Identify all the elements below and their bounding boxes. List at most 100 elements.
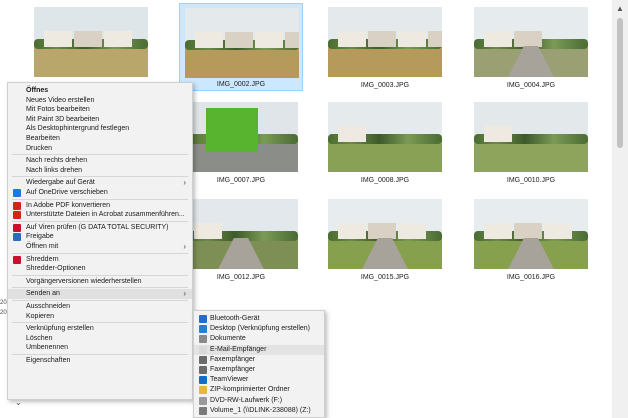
scroll-up-arrow-icon[interactable]: ▲: [616, 4, 624, 13]
photo-thumbnail: [474, 199, 588, 269]
menu-item-label: ZIP-komprimierter Ordner: [210, 386, 290, 394]
photo-thumbnail: [184, 102, 298, 172]
menu-item-label: Auf Viren prüfen (G DATA TOTAL SECURITY): [26, 223, 169, 231]
file-name: IMG_0004.JPG: [506, 82, 556, 89]
file-tile[interactable]: [29, 3, 153, 91]
file-tile[interactable]: IMG_0002.JPG: [179, 3, 303, 91]
menu-item-bluetooth-gerät[interactable]: Bluetooth-Gerät: [194, 314, 324, 324]
file-tile[interactable]: IMG_0015.JPG: [323, 195, 447, 283]
photo-thumbnail: [328, 199, 442, 269]
gdata-icon: [13, 223, 21, 232]
file-name: IMG_0010.JPG: [506, 177, 556, 184]
menu-item-label: Mit Paint 3D bearbeiten: [26, 115, 100, 123]
file-tile[interactable]: IMG_0016.JPG: [469, 195, 593, 283]
menu-separator: [12, 198, 188, 200]
dvd-drive-icon: [199, 396, 207, 405]
file-tile[interactable]: IMG_0003.JPG: [323, 3, 447, 91]
desktop-icon: [199, 325, 207, 334]
menu-separator: [12, 220, 188, 222]
file-name: IMG_0015.JPG: [360, 274, 410, 281]
photo-thumbnail: [185, 8, 299, 78]
menu-item-senden-an[interactable]: Senden an ›: [8, 289, 192, 300]
context-menu: Öffnes Neues Video erstellen Mit Fotos bea…: [7, 82, 193, 400]
bluetooth-icon: [199, 315, 207, 323]
menu-item-als-desktophintergrund-festlegen[interactable]: Als Desktophintergrund festlegen: [8, 124, 192, 134]
menu-item-verknüpfung-erstellen[interactable]: Verknüpfung erstellen: [8, 324, 192, 334]
menu-item-label: In Adobe PDF konvertieren: [26, 201, 111, 209]
menu-item-löschen[interactable]: Löschen: [8, 334, 192, 344]
acrobat-icon: [13, 211, 21, 220]
menu-item-label: Nach rechts drehen: [26, 157, 88, 165]
menu-separator: [12, 300, 188, 301]
menu-item-drucken[interactable]: Drucken: [8, 144, 192, 154]
menu-item-in-adobe-pdf-konvertieren[interactable]: In Adobe PDF konvertieren: [8, 201, 192, 211]
menu-item-auf-onedrive-verschieben[interactable]: Auf OneDrive verschieben: [8, 188, 192, 198]
menu-item-faxempfänger[interactable]: Faxempfänger: [194, 355, 324, 365]
menu-item-ausschneiden[interactable]: Ausschneiden: [8, 302, 192, 312]
photo-thumbnail: [184, 199, 298, 269]
file-name: IMG_0003.JPG: [360, 82, 410, 89]
menu-item-label: Vorgängerversionen wiederherstellen: [26, 277, 142, 285]
menu-item-auf-viren-prüfen-g-data-total-security[interactable]: Auf Viren prüfen (G DATA TOTAL SECURITY): [8, 223, 192, 233]
menu-item-bearbeiten[interactable]: Bearbeiten: [8, 134, 192, 144]
menu-item-öffnes[interactable]: Öffnes: [8, 86, 192, 96]
menu-item-mit-fotos-bearbeiten[interactable]: Mit Fotos bearbeiten: [8, 105, 192, 115]
file-name: IMG_0007.JPG: [216, 177, 266, 184]
menu-item-unterstützte-dateien-in-acrobat-zusammenführen[interactable]: Unterstützte Dateien in Acrobat zusammen…: [8, 210, 192, 220]
menu-item-label: Ausschneiden: [26, 303, 70, 310]
menu-separator: [12, 322, 188, 324]
fax-icon: [199, 366, 207, 374]
file-tile[interactable]: IMG_0012.JPG: [179, 195, 303, 283]
network-drive-icon: [199, 406, 207, 415]
zip-folder-icon: [199, 386, 207, 395]
scrollbar-thumb[interactable]: [617, 18, 623, 148]
menu-item-label: Bluetooth-Gerät: [210, 315, 260, 322]
menu-item-faxempfänger[interactable]: Faxempfänger: [194, 365, 324, 375]
menu-item-nach-links-drehen[interactable]: Nach links drehen: [8, 166, 192, 176]
menu-item-label: Löschen: [26, 334, 53, 342]
file-tile[interactable]: IMG_0004.JPG: [469, 3, 593, 91]
menu-item-e-mail-empfänger[interactable]: E-Mail-Empfänger: [194, 344, 324, 355]
menu-item-label: Öffnen mit: [26, 243, 59, 250]
menu-item-zip-komprimierter-ordner[interactable]: ZIP-komprimierter Ordner: [194, 385, 324, 395]
photo-thumbnail: [328, 102, 442, 172]
file-name: IMG_0008.JPG: [360, 177, 410, 184]
menu-item-label: Bearbeiten: [26, 135, 60, 142]
menu-item-neues-video-erstellen[interactable]: Neues Video erstellen: [8, 96, 192, 106]
photo-thumbnail: [474, 7, 588, 77]
documents-icon: [199, 335, 207, 344]
menu-item-vorgängerversionen-wiederherstellen[interactable]: Vorgängerversionen wiederherstellen: [8, 277, 192, 287]
menu-item-label: Desktop (Verknüpfung erstellen): [210, 325, 310, 333]
menu-item-label: Shreddern: [26, 255, 59, 263]
vertical-scrollbar[interactable]: ▲: [612, 0, 628, 418]
menu-item-mit-paint-3d-bearbeiten[interactable]: Mit Paint 3D bearbeiten: [8, 115, 192, 125]
file-tile[interactable]: IMG_0007.JPG: [179, 98, 303, 186]
menu-item-kopieren[interactable]: Kopieren: [8, 312, 192, 322]
menu-item-nach-rechts-drehen[interactable]: Nach rechts drehen: [8, 156, 192, 166]
menu-item-label: Nach links drehen: [26, 166, 83, 174]
menu-item-shredder-optionen[interactable]: Shredder-Optionen: [8, 264, 192, 274]
menu-item-öffnen-mit[interactable]: Öffnen mit ›: [8, 242, 192, 252]
menu-item-umbenennen[interactable]: Umbenennen: [8, 343, 192, 353]
menu-item-shreddern[interactable]: Shreddern: [8, 255, 192, 265]
menu-item-volume-1-dlink-238088-z[interactable]: Volume_1 (\\DLINK-238088) (Z:): [194, 406, 324, 416]
menu-item-label: Wiedergabe auf Gerät: [26, 179, 95, 187]
menu-separator: [12, 252, 188, 254]
menu-item-label: Faxempfänger: [210, 366, 256, 373]
menu-item-teamviewer[interactable]: TeamViewer: [194, 375, 324, 385]
menu-item-dokumente[interactable]: Dokumente: [194, 334, 324, 344]
menu-item-freigabe[interactable]: Freigabe: [8, 232, 192, 242]
menu-separator: [12, 154, 188, 156]
menu-item-dvd-rw-laufwerk-f[interactable]: DVD-RW-Laufwerk (F:): [194, 396, 324, 406]
onedrive-icon: [13, 189, 21, 197]
menu-item-eigenschaften[interactable]: Eigenschaften: [8, 356, 192, 366]
menu-item-label: TeamViewer: [210, 376, 249, 384]
file-tile[interactable]: IMG_0008.JPG: [323, 98, 447, 186]
photo-thumbnail: [34, 7, 148, 77]
menu-item-label: E-Mail-Empfänger: [210, 345, 267, 353]
menu-item-label: Umbenennen: [26, 344, 69, 352]
menu-item-desktop-verknüpfung-erstellen[interactable]: Desktop (Verknüpfung erstellen): [194, 324, 324, 334]
menu-item-label: Dokumente: [210, 335, 246, 343]
menu-item-wiedergabe-auf-gerät[interactable]: Wiedergabe auf Gerät ›: [8, 178, 192, 188]
file-tile[interactable]: IMG_0010.JPG: [469, 98, 593, 186]
